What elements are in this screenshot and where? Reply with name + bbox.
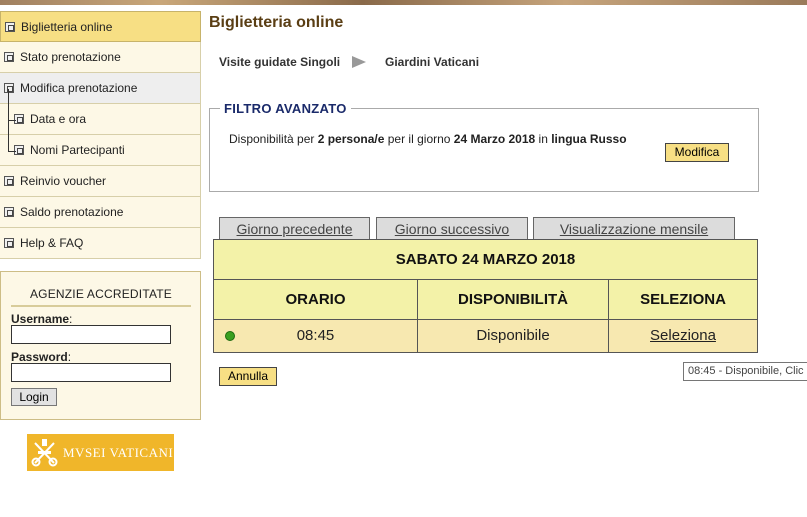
logo-text: MVSEI VATICANI [63,445,174,460]
filter-legend: FILTRO AVANZATO [220,101,351,116]
filter-summary: Disponibilità per 2 persona/e per il gio… [229,132,627,146]
tree-connector [8,151,16,152]
agency-title: AGENZIE ACCREDITATE [29,287,173,301]
sidebar-item-label: Nomi Partecipanti [30,143,125,157]
menu-bullet-icon [4,207,14,217]
table-row-select-cell: Seleziona [609,320,757,352]
username-label: Username: [11,312,73,326]
sidebar-item-biglietteria[interactable]: Biglietteria online [0,11,201,42]
availability-status-icon [225,331,235,341]
breadcrumb-item: Giardini Vaticani [385,55,480,69]
sidebar-item-nomi[interactable]: Nomi Partecipanti [0,135,201,166]
divider [11,305,191,307]
menu-bullet-icon [4,83,14,93]
page-title: Biglietteria online [209,14,344,31]
column-header-availability: DISPONIBILITÀ [418,280,608,320]
filter-panel: FILTRO AVANZATO Disponibilità per 2 pers… [209,101,759,192]
menu-bullet-icon [4,176,14,186]
tab-monthly-view[interactable]: Visualizzazione mensile [533,217,735,239]
schedule-table: SABATO 24 MARZO 2018 ORARIO DISPONIBILIT… [213,239,758,353]
menu-bullet-icon [5,22,15,32]
sidebar-item-label: Saldo prenotazione [20,205,124,219]
menu-bullet-icon [14,145,24,155]
agency-login-panel: AGENZIE ACCREDITATE Username: Password: … [0,271,201,420]
login-button[interactable]: Login [11,388,57,406]
musei-vaticani-logo[interactable]: MVSEI VATICANI [27,434,174,471]
sidebar-item-label: Biglietteria online [21,20,113,34]
sidebar-item-data-ora[interactable]: Data e ora [0,104,201,135]
header-banner-strip [0,0,807,5]
sidebar-item-modifica[interactable]: Modifica prenotazione [0,73,201,104]
password-input[interactable] [11,363,171,382]
time-value: 08:45 [296,327,335,344]
sidebar-item-label: Stato prenotazione [20,50,121,64]
tooltip: 08:45 - Disponibile, Clic [683,362,807,381]
sidebar-item-stato[interactable]: Stato prenotazione [0,42,201,73]
menu-bullet-icon [4,238,14,248]
sidebar-item-saldo[interactable]: Saldo prenotazione [0,197,201,228]
tree-connector [8,120,16,121]
menu-bullet-icon [14,114,24,124]
modify-button[interactable]: Modifica [665,143,729,162]
sidebar-item-label: Modifica prenotazione [20,81,138,95]
schedule-day-header: SABATO 24 MARZO 2018 [214,240,757,280]
select-link[interactable]: Seleziona [650,327,716,344]
cancel-button[interactable]: Annulla [219,367,277,386]
sidebar-menu: Biglietteria online Stato prenotazione M… [0,11,201,259]
breadcrumb-arrow-icon [352,56,366,68]
table-row-time-cell: 08:45 [214,320,417,352]
sidebar-item-label: Reinvio voucher [20,174,107,188]
menu-bullet-icon [4,52,14,62]
tab-next-day[interactable]: Giorno successivo [376,217,528,239]
breadcrumb-item: Visite guidate Singoli [219,55,341,69]
sidebar-item-reinvio[interactable]: Reinvio voucher [0,166,201,197]
password-label: Password: [11,350,72,364]
sidebar-item-help[interactable]: Help & FAQ [0,228,201,259]
column-header-time: ORARIO [214,280,417,320]
username-input[interactable] [11,325,171,344]
tab-previous-day[interactable]: Giorno precedente [219,217,370,239]
sidebar-item-label: Help & FAQ [20,236,84,250]
papal-keys-icon [31,439,58,467]
sidebar-item-label: Data e ora [30,112,87,126]
table-row-availability-cell: Disponibile [418,320,608,352]
column-header-select: SELEZIONA [609,280,757,320]
